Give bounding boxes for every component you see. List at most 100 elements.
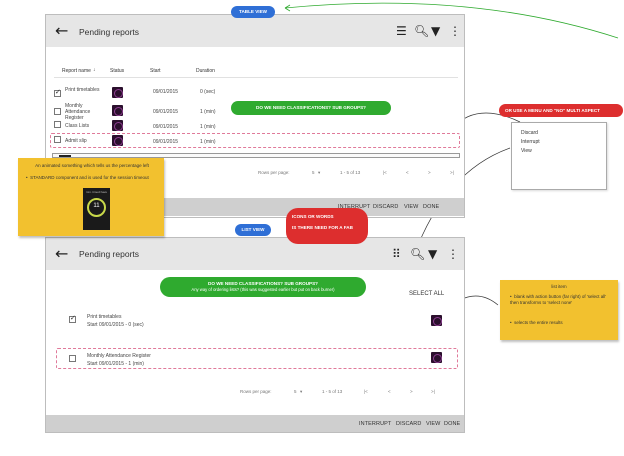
next-page-icon[interactable]: > [410,389,413,394]
first-page-icon[interactable]: |< [383,170,387,175]
chevron-down-icon[interactable]: ▾ [318,170,320,176]
rows-per-page-label: Rows per page: [258,170,290,175]
select-all-button[interactable]: SELECT ALL [409,291,444,297]
more-vert-icon[interactable]: ⋮ [449,25,461,37]
rows-per-page-select[interactable]: 5 [294,389,297,394]
icons-or-words-line: ICONS OR WORDS [292,214,334,219]
menu-item-view[interactable]: View [521,148,532,154]
column-header-status[interactable]: Status [110,68,124,74]
fab-question-line: IS THERE NEED FOR A FAB [292,225,353,230]
header-divider [54,77,458,78]
app-bar: ← Pending reports ☰ 🔍︎ ▼ ⋮ [46,15,464,47]
row-duration: 1 (min) [200,109,216,115]
status-thumbnail [112,120,123,131]
list-item-subtitle: Start 09/01/2015 - 0 (sec) [87,322,144,328]
sort-arrow-icon[interactable]: ↓ [93,67,96,73]
row-start: 09/01/2015 [153,89,179,95]
prev-page-icon[interactable]: < [406,170,409,175]
list-view-label: LIST VIEW [235,224,271,236]
filter-icon[interactable]: ▼ [431,25,440,37]
rows-per-page-select[interactable]: 5 [312,170,315,175]
menu-item-interrupt[interactable]: Interrupt [521,139,540,145]
row-report-name: Print timetables [65,87,100,93]
column-header-report-name[interactable]: Report name [62,68,91,74]
list-view-screen: ← Pending reports ⠿ 🔍︎ ▼ ⋮ SELECT ALL Pr… [45,237,465,433]
row-start: 09/01/2015 [153,139,179,145]
back-arrow-icon[interactable]: ← [55,23,68,39]
status-thumbnail [112,105,123,116]
scrollbar-thumb[interactable] [59,155,71,157]
chevron-down-icon[interactable]: ▾ [300,389,302,395]
action-bar: INTERRUPT DISCARD VIEW DONE [46,415,464,432]
column-header-duration[interactable]: Duration [196,68,215,74]
view-button[interactable]: VIEW [426,421,440,427]
pagination-range: 1 - 5 of 13 [340,170,361,175]
done-button[interactable]: DONE [444,421,460,427]
more-vert-icon[interactable]: ⋮ [447,248,459,260]
row-checkbox[interactable] [54,88,61,97]
row-report-name: Class Lists [65,123,90,129]
icons-or-words-note: ICONS OR WORDS IS THERE NEED FOR A FAB [286,208,368,244]
sticky-bullet-text: blank with action button (far right) of … [510,294,607,305]
row-report-name: Admit slip [65,138,87,144]
table-view-label: TABLE VIEW [231,6,275,18]
row-checkbox[interactable] [54,136,61,143]
row-start: 09/01/2015 [153,124,179,130]
app-bar: ← Pending reports ⠿ 🔍︎ ▼ ⋮ [46,238,464,270]
search-icon[interactable]: 🔍︎ [410,248,425,260]
prev-page-icon[interactable]: < [388,389,391,394]
sticky-bullet-text: selects the entire results [514,320,563,325]
status-thumbnail [112,87,123,98]
back-arrow-icon[interactable]: ← [55,246,68,262]
or-use-menu-note: OR USE A MENU AND "NO" MULTI ASPECT [499,104,623,117]
list-item-sticky-note: list item • blank with action button (fa… [500,280,618,340]
sticky-line: An animated something which tells us the… [35,163,149,168]
list-item-checkbox[interactable] [69,355,76,362]
first-page-icon[interactable]: |< [364,389,368,394]
sticky-bullet-text: STANDARD component and is used for the s… [30,175,149,180]
sticky-heading: list item [551,284,567,289]
classification-note-2: DO WE NEED CLASSIFICATIONS? SUB GROUPS? … [160,277,366,297]
row-checkbox[interactable] [54,108,61,115]
column-header-start[interactable]: Start [150,68,161,74]
view-button[interactable]: VIEW [404,204,418,210]
sticky-bullet: • selects the entire results [510,320,614,325]
page-title: Pending reports [79,249,140,259]
pagination-range: 1 - 5 of 13 [322,389,343,394]
row-duration: 1 (min) [200,139,216,145]
list-item-subtitle: Start 09/01/2015 - 1 (min) [87,361,144,367]
row-duration: 1 (min) [200,124,216,130]
discard-button[interactable]: DISCARD [396,421,421,427]
rows-per-page-label: Rows per page: [240,389,272,394]
status-thumbnail [112,135,123,146]
page-title: Pending reports [79,27,140,37]
done-button[interactable]: DONE [423,204,439,210]
gauge-caption: min. timed have [85,190,108,194]
grid-view-icon[interactable]: ⠿ [392,248,401,260]
status-thumbnail [431,352,442,363]
list-item-title: Print timetables [87,314,122,320]
next-page-icon[interactable]: > [428,170,431,175]
status-thumbnail [431,315,442,326]
row-checkbox[interactable] [54,121,61,128]
list-view-icon[interactable]: ☰ [396,25,407,37]
countdown-gauge: 11 min. timed have [83,188,110,230]
last-page-icon[interactable]: >| [431,389,435,394]
classification-note-1: DO WE NEED CLASSIFICATIONS? SUB GROUPS? [231,101,391,115]
filter-icon[interactable]: ▼ [428,248,437,260]
last-page-icon[interactable]: >| [450,170,454,175]
interrupt-button[interactable]: INTERRUPT [359,421,391,427]
timer-sticky-note: An animated something which tells us the… [18,158,164,236]
row-duration: 0 (sec) [200,89,216,95]
gauge-number: 11 [93,203,100,209]
row-start: 09/01/2015 [153,109,179,115]
row-report-name: Monthly Attendance Register [65,103,91,121]
discard-button[interactable]: DISCARD [373,204,398,210]
sticky-bullet: • blank with action button (far right) o… [510,294,614,305]
overflow-menu-mock: Discard Interrupt View [511,122,607,190]
menu-item-discard[interactable]: Discard [521,130,538,136]
sticky-bullet: • STANDARD component and is used for the… [26,175,160,180]
search-icon[interactable]: 🔍︎ [414,25,429,37]
list-item-title: Monthly Attendance Register [87,353,151,359]
list-item-checkbox[interactable] [69,314,76,323]
